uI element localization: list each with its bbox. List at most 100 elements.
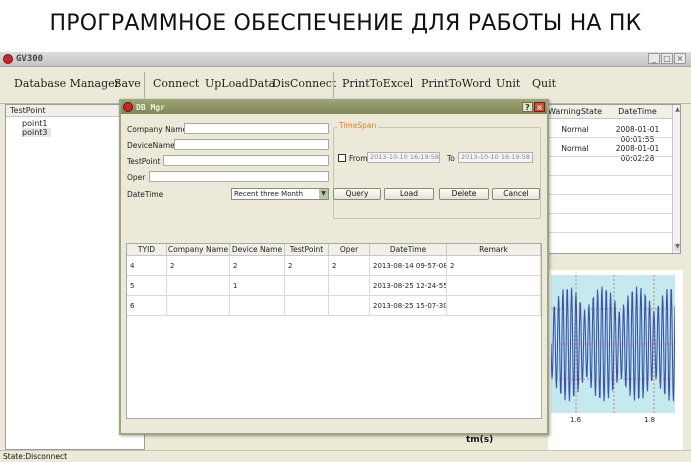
from-datetime-picker[interactable]: 2013-10-10 16:19:58 bbox=[367, 152, 440, 163]
column-header-test-point[interactable]: TestPoint bbox=[285, 244, 329, 256]
database-manager-dialog: DB Mgr ? × Company Name DeviceName TestP… bbox=[119, 99, 549, 435]
load-button[interactable]: Load bbox=[384, 188, 434, 200]
scroll-down-icon[interactable]: ▼ bbox=[674, 243, 680, 251]
status-bar: State:Disconnect bbox=[0, 450, 691, 462]
grid-cell-tyid[interactable]: 6 bbox=[127, 296, 167, 316]
grid-cell-datetime[interactable]: 2013-08-25 15-07-30 bbox=[370, 296, 447, 316]
test-point-input[interactable] bbox=[163, 155, 329, 166]
tree-item-point3[interactable]: point3 bbox=[22, 128, 51, 137]
datetime-cell: 2008-01-01 00:01:55 bbox=[615, 125, 660, 144]
warning-state-cell: Normal bbox=[561, 125, 589, 134]
minimize-icon[interactable]: _ bbox=[648, 53, 660, 64]
grid-cell-company-name[interactable] bbox=[167, 276, 230, 296]
menu-database-manager[interactable]: Database Manager bbox=[14, 77, 120, 90]
grid-cell-oper[interactable]: 2 bbox=[329, 256, 370, 276]
to-datetime-picker[interactable]: 2013-10-10 16:19:58 bbox=[458, 152, 533, 163]
column-header-device-name[interactable]: Device Name bbox=[230, 244, 285, 256]
dialog-close-icon[interactable]: × bbox=[534, 102, 545, 112]
warning-state-cell: Normal bbox=[561, 144, 589, 153]
x-tick-label: 1.6 bbox=[570, 416, 582, 424]
timespan-legend: TimeSpan bbox=[337, 121, 379, 130]
x-axis-label: tm(s) bbox=[466, 435, 494, 445]
scroll-up-icon[interactable]: ▲ bbox=[674, 106, 680, 113]
waveform-svg bbox=[551, 275, 675, 413]
oper-input[interactable] bbox=[149, 171, 329, 182]
cancel-button[interactable]: Cancel bbox=[492, 188, 540, 200]
column-header-datetime: DateTime bbox=[618, 107, 657, 116]
menu-print-to-word[interactable]: PrintToWord bbox=[421, 77, 491, 90]
from-label: From bbox=[349, 154, 368, 163]
app-window: GV300 _ □ × Database Manager Save Connec… bbox=[0, 52, 691, 462]
grid-cell-datetime[interactable]: 2013-08-14 09-57-08 bbox=[370, 256, 447, 276]
x-tick-label: 1.8 bbox=[644, 416, 656, 424]
column-header-warning-state: WarningState bbox=[547, 107, 603, 116]
warning-table-header: WarningState DateTime bbox=[547, 105, 672, 119]
chart-plot-area bbox=[551, 275, 675, 413]
column-header-remark[interactable]: Remark bbox=[447, 244, 541, 256]
menu-unit[interactable]: Unit bbox=[496, 77, 520, 90]
column-header-tyid[interactable]: TYID bbox=[127, 244, 167, 256]
grid-cell-remark[interactable]: 2 bbox=[447, 256, 541, 276]
tree-item-point1[interactable]: point1 bbox=[22, 119, 48, 128]
row-divider bbox=[547, 194, 672, 195]
menu-print-to-excel[interactable]: PrintToExcel bbox=[342, 77, 413, 90]
grid-cell-oper[interactable] bbox=[329, 296, 370, 316]
menu-upload-data[interactable]: UpLoadData bbox=[205, 77, 275, 90]
menu-separator bbox=[333, 72, 334, 98]
app-logo-icon bbox=[3, 54, 13, 64]
window-title: GV300 bbox=[16, 54, 44, 64]
warning-table: WarningState DateTime Normal 2008-01-01 … bbox=[546, 104, 681, 254]
close-icon[interactable]: × bbox=[674, 53, 686, 64]
grid-cell-tyid[interactable]: 5 bbox=[127, 276, 167, 296]
oper-label: Oper bbox=[127, 173, 146, 182]
to-label: To bbox=[447, 154, 455, 163]
grid-cell-test-point[interactable] bbox=[285, 276, 329, 296]
datetime-select-value: Recent three Month bbox=[234, 190, 304, 198]
company-name-label: Company Name bbox=[127, 125, 188, 134]
row-divider bbox=[547, 156, 672, 157]
menu-save[interactable]: Save bbox=[114, 77, 141, 90]
dialog-logo-icon bbox=[123, 102, 133, 112]
from-checkbox[interactable] bbox=[338, 154, 346, 162]
row-divider bbox=[547, 175, 672, 176]
column-header-datetime[interactable]: DateTime bbox=[370, 244, 447, 256]
device-name-label: DeviceName bbox=[127, 141, 175, 150]
row-divider bbox=[547, 213, 672, 214]
query-button[interactable]: Query bbox=[333, 188, 381, 200]
menu-connect[interactable]: Connect bbox=[153, 77, 199, 90]
dialog-title: DB Mgr bbox=[136, 103, 165, 112]
menu-quit[interactable]: Quit bbox=[532, 77, 556, 90]
grid-cell-device-name[interactable]: 1 bbox=[230, 276, 285, 296]
grid-cell-datetime[interactable]: 2013-08-25 12-24-55 bbox=[370, 276, 447, 296]
records-grid: TYID Company Name Device Name TestPoint Oper… bbox=[126, 243, 542, 419]
datetime-select[interactable]: Recent three Month ▼ bbox=[231, 188, 329, 200]
dialog-title-bar: DB Mgr ? × bbox=[121, 101, 547, 114]
banner: ПРОГРАММНОЕ ОБЕСПЕЧЕНИЕ ДЛЯ РАБОТЫ НА ПК bbox=[0, 0, 691, 52]
banner-title: ПРОГРАММНОЕ ОБЕСПЕЧЕНИЕ ДЛЯ РАБОТЫ НА ПК bbox=[49, 11, 642, 36]
grid-cell-device-name[interactable]: 2 bbox=[230, 256, 285, 276]
grid-cell-test-point[interactable] bbox=[285, 296, 329, 316]
grid-cell-tyid[interactable]: 4 bbox=[127, 256, 167, 276]
grid-cell-test-point[interactable]: 2 bbox=[285, 256, 329, 276]
title-bar: GV300 _ □ × bbox=[0, 52, 691, 67]
datetime-cell: 2008-01-01 00:02:28 bbox=[615, 144, 660, 163]
grid-cell-device-name[interactable] bbox=[230, 296, 285, 316]
datetime-label: DateTime bbox=[127, 190, 164, 199]
grid-cell-remark[interactable] bbox=[447, 296, 541, 316]
signal-chart: 1.6 1.8 bbox=[548, 270, 683, 450]
maximize-icon[interactable]: □ bbox=[661, 53, 673, 64]
column-header-company-name[interactable]: Company Name bbox=[167, 244, 230, 256]
device-name-input[interactable] bbox=[174, 139, 329, 150]
vertical-scrollbar[interactable]: ▲ ▼ bbox=[672, 105, 680, 253]
grid-cell-oper[interactable] bbox=[329, 276, 370, 296]
timespan-group bbox=[333, 127, 541, 219]
menu-disconnect[interactable]: DisConnect bbox=[272, 77, 336, 90]
company-name-input[interactable] bbox=[184, 123, 329, 134]
help-icon[interactable]: ? bbox=[522, 102, 533, 112]
grid-cell-company-name[interactable]: 2 bbox=[167, 256, 230, 276]
delete-button[interactable]: Delete bbox=[439, 188, 489, 200]
grid-cell-remark[interactable] bbox=[447, 276, 541, 296]
chevron-down-icon[interactable]: ▼ bbox=[319, 189, 328, 199]
grid-cell-company-name[interactable] bbox=[167, 296, 230, 316]
column-header-oper[interactable]: Oper bbox=[329, 244, 370, 256]
